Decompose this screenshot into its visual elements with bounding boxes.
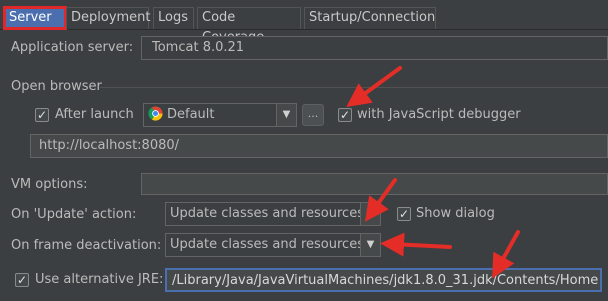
arrow-to-js-debugger	[346, 66, 402, 108]
annotation-arrows	[346, 66, 520, 279]
arrow-to-on-update	[364, 178, 397, 222]
arrow-to-alt-jre	[492, 230, 520, 279]
arrow-to-frame-deactivation	[380, 232, 452, 257]
